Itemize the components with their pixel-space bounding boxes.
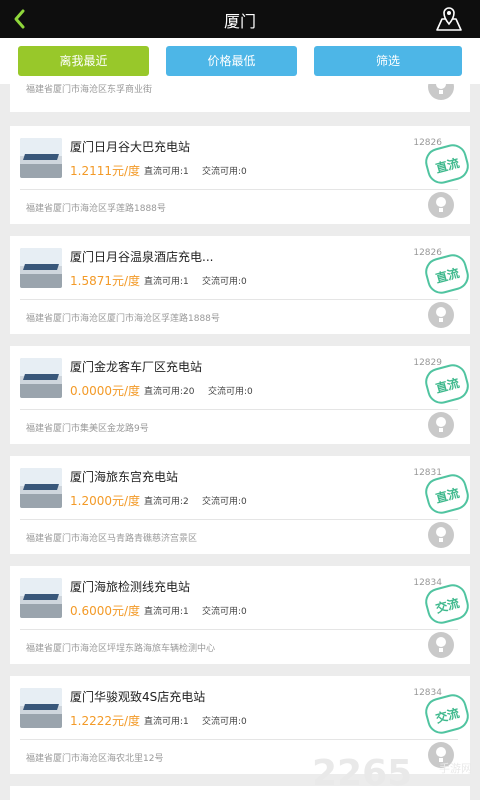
station-number: 12826 [413,248,442,258]
station-address: 福建省厦门市海沧区马青路青礁慈济宫景区 [26,534,198,544]
location-pin-icon[interactable] [428,412,454,438]
station-thumbnail [20,138,62,178]
station-card[interactable]: 厦门日月谷温泉酒店充电... 1.5871元/度 直流可用:1 交流可用:0 1… [10,236,472,334]
station-thumbnail [20,688,62,728]
station-name: 厦门日月谷温泉酒店充电... [70,250,214,264]
sort-cheapest-button[interactable]: 价格最低 [166,46,297,76]
dc-availability: 直流可用:1 [144,607,189,617]
page-title: 厦门 [223,12,256,31]
ac-stamp-icon: 交流 [422,691,472,737]
divider [20,189,458,190]
station-name: 厦门海旅检测线充电站 [70,580,191,594]
watermark-logo: 2265 手游网 [312,756,472,792]
station-price: 1.5871元/度 [70,274,141,288]
station-thumbnail [20,468,62,508]
station-card[interactable]: 厦门海旅检测线充电站 0.6000元/度 直流可用:1 交流可用:0 12834… [10,566,472,664]
station-thumbnail [20,358,62,398]
station-name: 厦门金龙客车厂区充电站 [70,360,203,374]
station-number: 12831 [413,468,442,478]
divider [20,409,458,410]
sort-nearest-button[interactable]: 离我最近 [18,46,149,76]
station-price: 1.2222元/度 [70,714,141,728]
divider [20,299,458,300]
watermark-digits: 2265 [312,753,413,794]
ac-availability: 交流可用:0 [202,167,247,177]
dc-availability: 直流可用:1 [144,167,189,177]
ac-availability: 交流可用:0 [202,717,247,727]
dc-stamp-icon: 直流 [422,471,472,517]
station-address: 福建省厦门市海沧区东孚商业街 [26,85,153,95]
station-card[interactable]: 厦门日月谷大巴充电站 1.2111元/度 直流可用:1 交流可用:0 12826… [10,126,472,224]
watermark-site: 手游网 [439,762,472,775]
station-number: 12834 [413,688,442,698]
ac-availability: 交流可用:0 [208,387,253,397]
station-number: 12834 [413,578,442,588]
station-price: 0.6000元/度 [70,604,141,618]
dc-availability: 直流可用:1 [144,277,189,287]
location-pin-icon[interactable] [428,632,454,658]
location-pin-icon[interactable] [428,302,454,328]
ac-availability: 交流可用:0 [202,277,247,287]
station-address: 福建省厦门市海沧区坪埕东路海旅车辆检测中心 [26,644,216,654]
dc-stamp-icon: 直流 [422,361,472,407]
station-price: 0.0000元/度 [70,384,141,398]
station-address: 福建省厦门市海沧区厦门市海沧区孚莲路1888号 [26,314,220,324]
station-thumbnail [20,248,62,288]
station-name: 厦门海旅东宫充电站 [70,470,179,484]
station-address: 福建省厦门市海沧区海农北里12号 [26,754,164,764]
station-list[interactable]: 福建省厦门市海沧区东孚商业街 厦门日月谷大巴充电站 1.2111元/度 直流可用… [0,84,480,800]
station-price: 1.2000元/度 [70,494,141,508]
dc-availability: 直流可用:1 [144,717,189,727]
station-thumbnail [20,578,62,618]
station-card[interactable]: 厦门海旅东宫充电站 1.2000元/度 直流可用:2 交流可用:0 12831 … [10,456,472,554]
station-name: 厦门华骏观致4S店充电站 [70,690,206,704]
location-pin-icon[interactable] [428,522,454,548]
station-number: 12829 [413,358,442,368]
station-price: 1.2111元/度 [70,164,141,178]
station-address: 福建省厦门市集美区金龙路9号 [26,424,149,434]
station-name: 厦门日月谷大巴充电站 [70,140,191,154]
ac-stamp-icon: 交流 [422,581,472,627]
ac-availability: 交流可用:0 [202,607,247,617]
divider [20,629,458,630]
location-pin-icon[interactable] [428,192,454,218]
dc-stamp-icon: 直流 [422,141,472,187]
top-bar: 厦门 [0,0,480,38]
divider [20,519,458,520]
station-number: 12826 [413,138,442,148]
filter-bar: 离我最近 价格最低 筛选 [0,38,480,84]
filter-button[interactable]: 筛选 [314,46,462,76]
ac-availability: 交流可用:0 [202,497,247,507]
divider [20,739,458,740]
station-address: 福建省厦门市海沧区孚莲路1888号 [26,204,166,214]
location-pin-icon[interactable] [428,84,454,100]
map-pin-icon[interactable] [434,4,464,34]
dc-availability: 直流可用:20 [144,387,195,397]
dc-availability: 直流可用:2 [144,497,189,507]
station-card-partial[interactable]: 福建省厦门市海沧区东孚商业街 [10,84,470,112]
station-card[interactable]: 厦门金龙客车厂区充电站 0.0000元/度 直流可用:20 交流可用:0 128… [10,346,472,444]
dc-stamp-icon: 直流 [422,251,472,297]
